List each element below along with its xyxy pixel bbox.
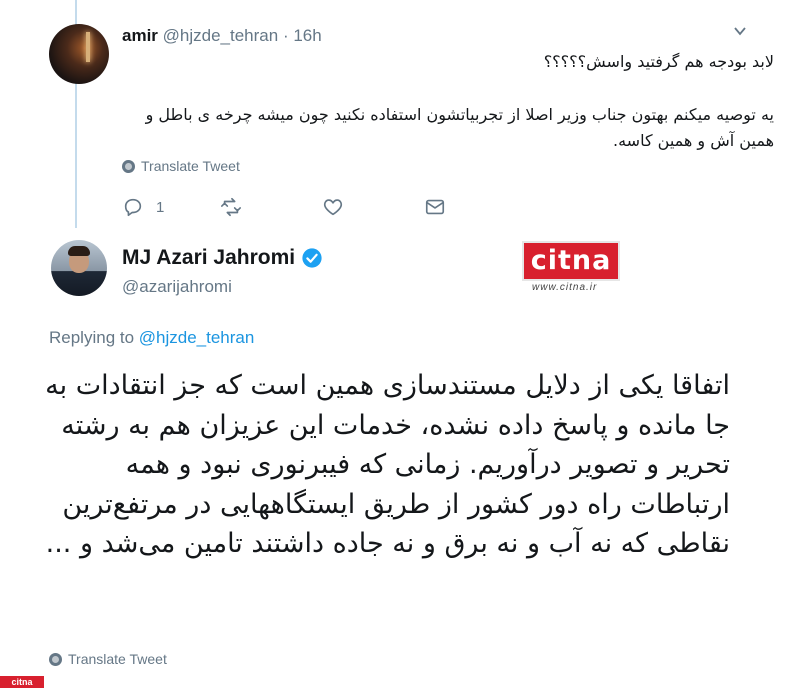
avatar-amir[interactable] [49, 24, 109, 84]
retweet-icon [221, 197, 241, 217]
reply-tweet-text-line2: یه توصیه میکنم بهتون جناب وزیر اصلا از ت… [145, 105, 774, 150]
reply-button[interactable]: 1 [122, 196, 220, 218]
main-tweet-text: اتفاقا یکی از دلایل مستندسازی همین است ک… [45, 370, 730, 559]
author-name[interactable]: amir [122, 26, 158, 45]
reply-tweet-text-line1: لابد بودجه هم گرفتید واسش؟؟؟؟؟ [543, 52, 774, 71]
reply-count: 1 [156, 198, 165, 216]
retweet-button[interactable] [220, 196, 322, 218]
replying-to-prefix: Replying to [49, 328, 139, 347]
direct-message-button[interactable] [424, 196, 446, 218]
globe-icon [122, 159, 135, 173]
avatar-mj-azari-jahromi[interactable] [51, 240, 107, 296]
author-handle[interactable]: @hjzde_tehran [163, 26, 279, 45]
like-button[interactable] [322, 196, 424, 218]
tweet-action-bar: 1 [122, 196, 446, 218]
citna-corner-logo: citna [0, 676, 44, 688]
replying-to-line: Replying to @hjzde_tehran [49, 328, 254, 348]
meta-separator: · [278, 26, 294, 45]
envelope-icon [425, 199, 445, 215]
replying-to-handle-link[interactable]: @hjzde_tehran [139, 328, 255, 347]
main-author-name[interactable]: MJ Azari Jahromi [122, 246, 295, 270]
main-translate-label: Translate Tweet [68, 651, 167, 667]
tweet-time[interactable]: 16h [293, 26, 321, 45]
translate-tweet-link[interactable]: Translate Tweet [122, 158, 240, 174]
globe-icon [49, 652, 62, 666]
reply-icon [124, 198, 142, 217]
chevron-down-icon[interactable] [733, 24, 747, 38]
citna-watermark-logo: citna [522, 241, 620, 281]
verified-badge-icon [302, 248, 322, 268]
heart-icon [323, 199, 343, 216]
main-author-handle[interactable]: @azarijahromi [122, 277, 232, 297]
citna-watermark-url: www.citna.ir [532, 282, 598, 293]
reply-tweet-header: amir @hjzde_tehran · 16h [122, 25, 322, 47]
main-translate-tweet-link[interactable]: Translate Tweet [49, 651, 167, 667]
main-author-name-row: MJ Azari Jahromi [122, 246, 323, 270]
translate-label: Translate Tweet [141, 158, 240, 174]
